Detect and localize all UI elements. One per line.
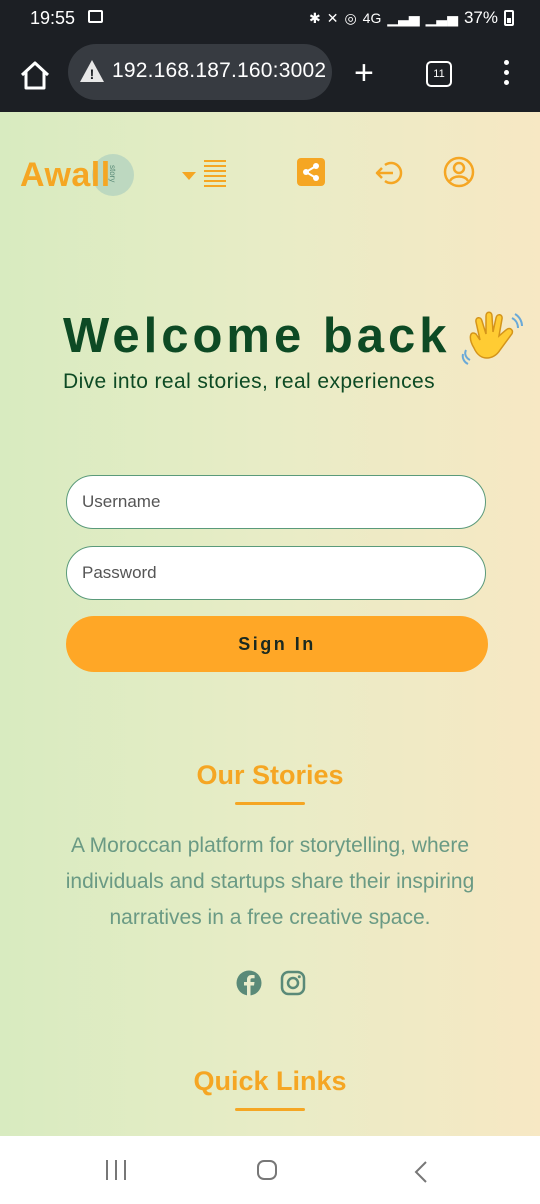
profile-icon[interactable] [443, 156, 475, 188]
username-field[interactable] [66, 475, 486, 529]
browser-toolbar: ! 192.168.187.160:3002 + 11 [0, 36, 540, 112]
recents-icon[interactable] [106, 1160, 133, 1185]
logo[interactable]: Awall [20, 156, 111, 195]
android-nav-bar [0, 1136, 540, 1204]
facebook-icon[interactable] [236, 970, 262, 996]
mute-icon: ✕ [326, 9, 339, 26]
signal-icon: ▁▃▅ [387, 9, 420, 26]
url-text[interactable]: 192.168.187.160:3002 [112, 59, 326, 83]
social-links [236, 970, 306, 996]
list-lines-icon [204, 160, 226, 190]
section-underline [235, 1108, 305, 1111]
bluetooth-icon: ✱ [308, 9, 321, 26]
our-stories-title: Our Stories [196, 760, 344, 790]
home-nav-icon[interactable] [257, 1160, 277, 1180]
tabs-icon[interactable]: 11 [426, 61, 452, 87]
web-page: Awall story Welcome back Dive into real … [0, 112, 540, 1136]
warning-mark: ! [89, 66, 95, 82]
signal-icon: ▁▃▅ [425, 9, 458, 26]
status-bar: 19:55 ✱ ✕ ◎ 4G ▁▃▅ ▁▃▅ 37% [0, 0, 540, 36]
password-input[interactable] [67, 547, 462, 599]
plus-icon[interactable]: + [354, 56, 374, 90]
sign-in-button[interactable]: Sign In [66, 616, 488, 672]
back-icon[interactable] [414, 1160, 428, 1184]
address-bar[interactable]: ! 192.168.187.160:3002 [68, 44, 332, 100]
waving-hand-icon [461, 311, 523, 365]
menu-dropdown-icon[interactable] [182, 156, 232, 192]
hotspot-icon: ◎ [344, 9, 357, 26]
caret-down-icon [182, 172, 196, 180]
welcome-subtitle: Dive into real stories, real experiences [63, 370, 435, 393]
password-field[interactable] [66, 546, 486, 600]
footer-description: A Moroccan platform for storytelling, wh… [65, 834, 475, 929]
status-icons: ✱ ✕ ◎ 4G ▁▃▅ ▁▃▅ 37% [309, 8, 514, 28]
status-time: 19:55 [30, 8, 76, 28]
home-icon[interactable] [18, 58, 52, 92]
section-underline [235, 802, 305, 805]
username-input[interactable] [67, 476, 462, 528]
quick-links-title: Quick Links [193, 1066, 347, 1096]
network-type: 4G [362, 10, 382, 26]
battery-percentage: 37% [463, 8, 498, 27]
logo-subtext: story [108, 165, 117, 183]
logout-icon[interactable] [374, 158, 404, 188]
share-icon[interactable] [297, 158, 325, 186]
more-vert-icon[interactable] [498, 60, 514, 90]
image-icon [88, 10, 103, 23]
instagram-icon[interactable] [280, 970, 306, 996]
welcome-title: Welcome back [63, 309, 451, 363]
battery-icon [504, 10, 514, 26]
